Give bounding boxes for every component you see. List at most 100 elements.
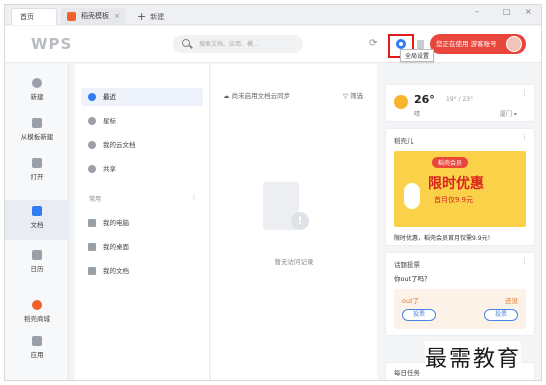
cloud-icon: [88, 141, 96, 149]
avatar[interactable]: [506, 36, 522, 52]
promo-headline: 限时优惠: [428, 176, 484, 192]
vote-options: out了 还没 投票 投票: [394, 289, 526, 329]
computer-icon: [88, 219, 96, 227]
nav-item-label: 我的电脑: [103, 219, 129, 227]
sidebar-item-documents[interactable]: 文档: [5, 200, 69, 240]
vote-left-button[interactable]: 投票: [402, 309, 436, 321]
document-nav: 最近 星标 我的云文档 共享 常用 ⋮ 我的电脑 我的桌面 我的文档: [75, 64, 210, 380]
weather-city-select[interactable]: 厦门 ▾: [500, 109, 517, 118]
right-widgets: 26° 19° / 23° 晴 厦门 ▾ ⋮ 稻壳儿 ⋮ 稻壳会员 限时优惠 首…: [385, 64, 537, 380]
recent-files-panel: ☁ 尚未启用文档云同步 ▽ 筛选 ! 暂无访问记录: [211, 64, 377, 380]
store-icon: [32, 300, 42, 310]
login-label: 您正在使用 游客账号: [436, 40, 497, 48]
nav-item-label: 我的云文档: [103, 141, 136, 149]
nav-item-label: 最近: [103, 93, 116, 101]
star-icon: [88, 117, 96, 125]
search-icon: [182, 39, 190, 47]
folder-icon: [32, 158, 42, 168]
sidebar-item-open[interactable]: 打开: [5, 152, 69, 192]
tab-docer[interactable]: 稻壳模板 ×: [61, 8, 125, 25]
nav-item-shared[interactable]: 共享: [81, 160, 203, 178]
login-button[interactable]: 您正在使用 游客账号: [430, 34, 526, 54]
template-icon: [32, 118, 42, 128]
sidebar-item-apps[interactable]: 应用: [5, 330, 69, 370]
sidebar-item-new[interactable]: 新建: [5, 72, 69, 112]
filter-button[interactable]: ▽ 筛选: [343, 90, 363, 100]
nav-item-label: 我的桌面: [103, 243, 129, 251]
search-input[interactable]: 搜索文档、应用、模...: [173, 35, 303, 53]
skin-icon[interactable]: [417, 40, 424, 49]
more-icon[interactable]: ⋮: [521, 257, 528, 265]
sync-icon[interactable]: ⟳: [369, 38, 377, 49]
vote-option-right: 还没: [505, 297, 518, 305]
sidebar-item-calendar[interactable]: 日历: [5, 244, 69, 284]
cloud-sync-label: 尚未启用文档云同步: [231, 92, 291, 100]
sidebar-item-from-template[interactable]: 从模板新建: [5, 112, 69, 152]
left-sidebar: 新建 从模板新建 打开 文档 日历 稻壳商城 应用: [5, 64, 69, 380]
nav-item-label: 星标: [103, 117, 116, 125]
sidebar-item-label: 稻壳商城: [24, 315, 50, 323]
tab-home-label: 首页: [20, 13, 34, 21]
promo-illustration: [404, 183, 420, 209]
empty-state-text: 暂无访问记录: [274, 258, 314, 266]
tab-docer-label: 稻壳模板: [81, 12, 109, 20]
nav-item-recent[interactable]: 最近: [81, 88, 203, 106]
search-placeholder: 搜索文档、应用、模...: [199, 41, 259, 48]
vote-option-left: out了: [402, 297, 420, 305]
new-tab-button[interactable]: + 新建: [137, 8, 164, 25]
docer-logo-icon: [67, 12, 76, 21]
promo-note[interactable]: 限时优惠，稻壳会员首月仅需9.9元！: [394, 233, 494, 242]
nav-item-my-desktop[interactable]: 我的桌面: [81, 238, 203, 256]
wps-logo: WPS: [31, 35, 73, 53]
sidebar-item-label: 新建: [30, 93, 44, 101]
vote-right-button[interactable]: 投票: [484, 309, 518, 321]
cloud-sync-link[interactable]: ☁ 尚未启用文档云同步: [223, 90, 290, 100]
daily-task-title: 每日任务: [394, 369, 420, 377]
minimize-button[interactable]: –: [475, 7, 479, 16]
tab-home[interactable]: 首页: [11, 8, 57, 25]
vote-title: 话题投票: [394, 261, 420, 269]
maximize-button[interactable]: □: [503, 7, 511, 16]
filter-label: 筛选: [350, 92, 364, 100]
exclamation-icon: !: [291, 212, 309, 230]
wps-home-window: 首页 稻壳模板 × + 新建 – □ × WPS 搜索文档、应用、模... ⟳ 您…: [4, 4, 542, 381]
apps-icon: [32, 336, 42, 346]
promo-title: 稻壳儿: [394, 137, 414, 145]
docer-promo-card[interactable]: 稻壳儿 ⋮ 稻壳会员 限时优惠 首月仅9.9元 限时优惠，稻壳会员首月仅需9.9…: [385, 128, 535, 246]
topic-vote-card: 话题投票 ⋮ 你out了吗？ out了 还没 投票 投票: [385, 252, 535, 336]
desktop-icon: [88, 243, 96, 251]
promo-subline: 首月仅9.9元: [434, 196, 474, 204]
nav-item-my-computer[interactable]: 我的电脑: [81, 214, 203, 232]
tab-close-icon[interactable]: ×: [114, 8, 120, 25]
more-icon[interactable]: ⋮: [521, 89, 528, 97]
sidebar-item-label: 从模板新建: [20, 133, 54, 141]
clock-icon: [88, 93, 96, 101]
close-window-button[interactable]: ×: [525, 7, 532, 16]
promo-tag: 稻壳会员: [432, 157, 469, 168]
sidebar-item-label: 打开: [30, 173, 44, 181]
nav-item-starred[interactable]: 星标: [81, 112, 203, 130]
sidebar-item-label: 应用: [30, 351, 44, 359]
more-icon[interactable]: ⋮: [521, 133, 528, 141]
sidebar-item-store[interactable]: 稻壳商城: [5, 294, 69, 334]
calendar-icon: [32, 250, 42, 260]
weather-temperature: 26°: [414, 93, 435, 106]
nav-item-cloud[interactable]: 我的云文档: [81, 136, 203, 154]
share-icon: [88, 165, 96, 173]
plus-icon: +: [137, 10, 147, 23]
sidebar-item-label: 日历: [30, 265, 44, 273]
settings-tooltip: 全局设置: [400, 49, 435, 62]
settings-gear-icon[interactable]: [396, 39, 406, 49]
nav-item-label: 共享: [103, 165, 116, 173]
document-icon: [32, 206, 42, 216]
sun-icon: [394, 95, 408, 109]
folder-icon: [88, 267, 96, 275]
nav-item-my-documents[interactable]: 我的文档: [81, 262, 203, 280]
common-more-icon[interactable]: ⋮: [191, 194, 197, 201]
app-header: WPS 搜索文档、应用、模... ⟳ 您正在使用 游客账号: [5, 26, 541, 63]
watermark: 最需教育: [425, 341, 522, 373]
promo-banner[interactable]: 稻壳会员 限时优惠 首月仅9.9元: [394, 151, 526, 227]
vote-question: 你out了吗？: [394, 275, 431, 283]
weather-card[interactable]: 26° 19° / 23° 晴 厦门 ▾ ⋮: [385, 84, 535, 122]
common-group-label: 常用: [89, 196, 102, 203]
